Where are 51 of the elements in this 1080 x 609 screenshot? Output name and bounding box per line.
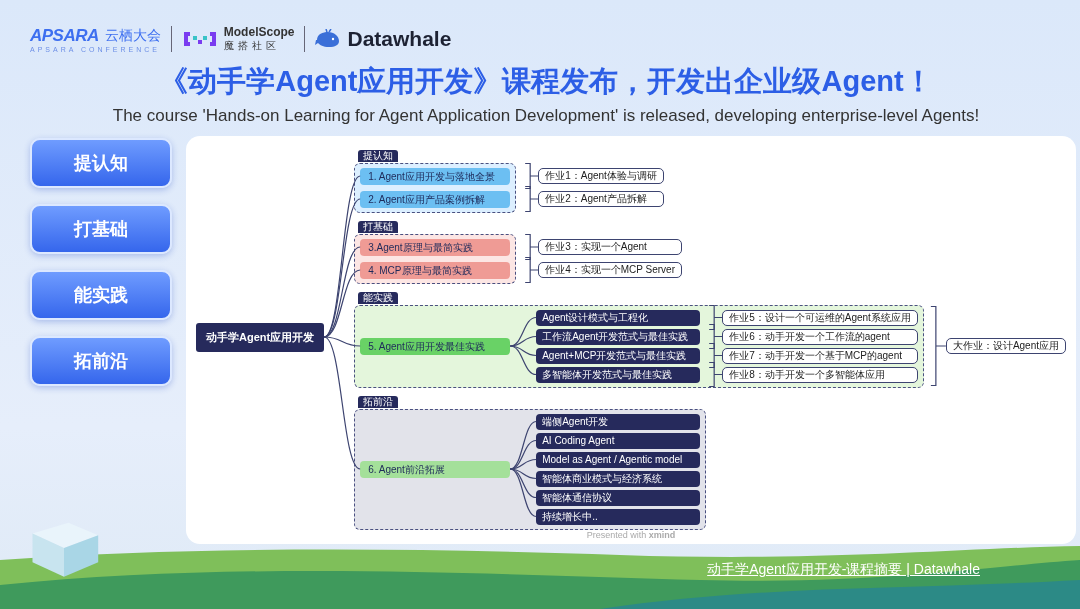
topic-box[interactable]: 6. Agent前沿拓展 [360,460,511,478]
stage-button[interactable]: 打基础 [30,204,172,254]
section-label: 打基础 [358,220,399,233]
bracket-line [708,342,723,369]
subtopic-box[interactable]: 智能体通信协议 [536,489,701,506]
subtopic-box[interactable]: 多智能体开发范式与最佳实践 [536,366,701,383]
stage-button[interactable]: 拓前沿 [30,336,172,386]
topic-box[interactable]: 2. Agent应用产品案例拆解 [360,190,511,208]
subtopic-box[interactable]: Agent+MCP开发范式与最佳实践 [536,347,701,364]
section-label: 提认知 [358,149,399,162]
subtopic-box[interactable]: 工作流Agent开发范式与最佳实践 [536,328,701,345]
subtopic-box[interactable]: Agent设计模式与工程化 [536,309,701,326]
homework-box[interactable]: 作业6：动手开发一个工作流的agent [722,328,918,345]
bracket-line [708,361,723,388]
modelscope-name: 魔搭社区 [223,39,281,53]
topic-box[interactable]: 3.Agent原理与最简实践 [360,238,511,256]
final-project-box[interactable]: 大作业：设计Agent应用 [945,338,1066,354]
homework-box[interactable]: 作业5：设计一个可运维的Agent系统应用 [722,309,918,326]
page-subtitle: The course 'Hands-on Learning for Agent Application Development' is released, developing enterprise-level Agents! [111,106,981,126]
root-topic: 动手学Agent应用开发 [196,322,325,352]
subtopic-box[interactable]: 智能体商业模式与经济系统 [536,470,701,487]
subtopic-box[interactable]: Model as Agent / Agentic model [536,451,701,468]
credit-text: Presented with xmind [585,530,677,542]
datawhale-wordmark: Datawhale [347,27,452,51]
subtopic-box[interactable]: AI Coding Agent [536,432,701,449]
subtopic-box[interactable]: 持续增长中.. [536,508,701,525]
bracket-line [708,323,723,350]
topic-box[interactable]: 5. Agent应用开发最佳实践 [360,337,511,355]
subtopic-box[interactable]: 端侧Agent开发 [536,413,701,430]
stage-button[interactable]: 提认知 [30,138,172,188]
section-label: 拓前沿 [358,395,399,408]
bracket-line [524,233,539,261]
homework-box[interactable]: 作业4：实现一个MCP Server [538,262,682,278]
homework-box[interactable]: 作业7：动手开发一个基于MCP的agent [722,347,918,364]
stage-button[interactable]: 能实践 [30,270,172,320]
bracket-line [524,162,539,190]
bracket-line [524,256,539,284]
whale-icon [315,29,342,49]
apsara-name: 云栖大会 [104,26,161,45]
homework-box[interactable]: 作业8：动手开发一个多智能体应用 [722,366,918,383]
topic-box[interactable]: 1. Agent应用开发与落地全景 [360,167,511,185]
page-title: 《动手学Agent应用开发》课程发布，开发出企业级Agent！ [158,64,934,99]
modelscope-wordmark: ModelScope [223,25,295,39]
bracket-line [708,304,723,331]
apsara-wordmark: APSARA [30,25,99,46]
section-label: 能实践 [358,291,399,304]
homework-box[interactable]: 作业2：Agent产品拆解 [538,191,664,207]
homework-box[interactable]: 作业1：Agent体验与调研 [538,168,664,184]
bracket-line [524,185,539,213]
homework-box[interactable]: 作业3：实现一个Agent [538,239,682,255]
topic-box[interactable]: 4. MCP原理与最简实践 [360,261,511,279]
